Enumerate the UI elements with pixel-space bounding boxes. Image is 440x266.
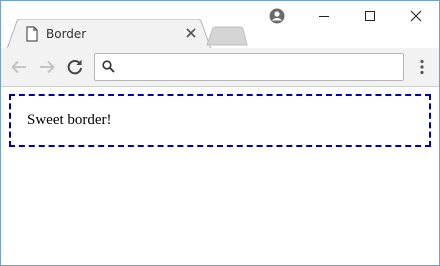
box-text: Sweet border! [27, 112, 112, 128]
close-icon [186, 28, 196, 38]
kebab-menu-icon[interactable] [417, 58, 427, 76]
tab-close-button[interactable] [184, 26, 198, 40]
page-icon [26, 26, 38, 42]
forward-arrow-icon[interactable] [38, 58, 56, 76]
page-content: Sweet border! [1, 87, 439, 265]
title-bar: Border [1, 1, 439, 49]
minimize-icon [319, 16, 329, 17]
tab-title: Border [46, 27, 87, 41]
reload-icon[interactable] [66, 58, 84, 76]
close-window-button[interactable] [393, 1, 439, 31]
close-icon [410, 10, 422, 22]
back-arrow-icon[interactable] [10, 58, 28, 76]
new-tab-button[interactable] [206, 26, 248, 46]
profile-icon[interactable] [269, 8, 285, 24]
maximize-button[interactable] [347, 1, 393, 31]
maximize-icon [365, 11, 375, 21]
toolbar [1, 48, 439, 87]
address-bar[interactable] [94, 53, 404, 81]
dashed-border-box: Sweet border! [9, 94, 431, 147]
browser-window: Border Sweet border! [0, 0, 440, 266]
address-input[interactable] [121, 57, 401, 77]
search-icon [102, 60, 115, 73]
minimize-button[interactable] [301, 1, 347, 31]
